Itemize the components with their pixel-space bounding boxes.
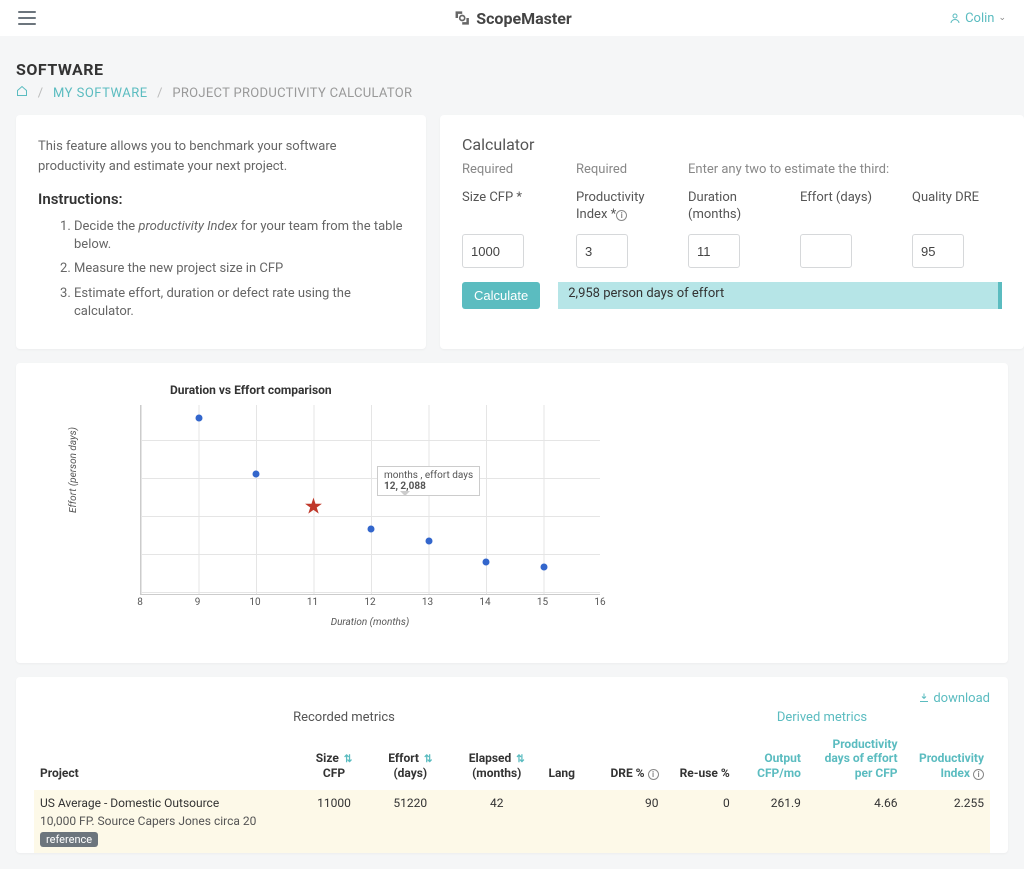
col-dre[interactable]: DRE % i [593,731,664,790]
home-icon [16,85,28,97]
data-point[interactable] [195,414,202,421]
cell-output: 261.9 [736,790,807,853]
info-icon[interactable]: i [616,210,627,221]
cell-dre: 90 [593,790,664,853]
col-lang[interactable]: Lang [543,731,594,790]
scatter-plot[interactable]: ★ months , effort days 12, 2,088 [140,405,600,595]
calculator-title: Calculator [462,135,1002,154]
chart-tooltip: months , effort days 12, 2,088 [377,466,480,496]
user-icon [949,12,961,24]
duration-label: Duration (months) [688,190,778,224]
chart-title: Duration vs Effort comparison [170,383,600,397]
instructions-heading: Instructions: [38,190,404,208]
required-label: Required [576,162,666,182]
calculator-card: Calculator Required Size CFP * Required … [440,115,1024,349]
user-name: Colin [965,11,994,26]
cell-pdays: 4.66 [807,790,904,853]
project-name: US Average - Domestic Outsource [40,796,292,810]
col-project[interactable]: Project [34,731,298,790]
size-label: Size CFP * [462,190,554,224]
col-output[interactable]: OutputCFP/mo [736,731,807,790]
col-size[interactable]: Size ⇅CFP [298,731,369,790]
chart-x-axis: 8910 111213 141516 [140,595,600,611]
instruction-step: Decide the productivity Index for your t… [74,218,404,254]
cell-pi: 2.255 [904,790,990,853]
cell-size: 11000 [298,790,369,853]
breadcrumb-current: PROJECT PRODUCTIVITY CALCULATOR [172,86,412,101]
menu-icon[interactable] [18,11,36,25]
data-point[interactable] [253,470,260,477]
page-header: SOFTWARE / MY SOFTWARE / PROJECT PRODUCT… [16,52,1008,115]
column-group-derived: Derived metrics [654,710,990,725]
table-row[interactable]: US Average - Domestic Outsource 10,000 F… [34,790,990,853]
data-point[interactable] [368,525,375,532]
chevron-down-icon: ⌄ [998,13,1006,23]
pi-label: Productivity Index *i [576,190,666,224]
cell-lang [543,790,594,853]
page-title: SOFTWARE [16,60,1008,79]
brand-logo[interactable]: ScopeMaster [452,8,572,28]
breadcrumb: / MY SOFTWARE / PROJECT PRODUCTIVITY CAL… [16,85,1008,101]
productivity-index-input[interactable] [576,234,628,268]
user-menu[interactable]: Colin ⌄ [949,11,1006,26]
chart-x-axis-label: Duration (months) [140,617,600,628]
instruction-step: Measure the new project size in CFP [74,260,404,278]
size-input[interactable] [462,234,524,268]
col-effort[interactable]: Effort ⇅(days) [370,731,451,790]
dre-input[interactable] [912,234,964,268]
calculate-button[interactable]: Calculate [462,282,540,309]
chart-y-axis-label: Effort (person days) [68,427,79,513]
data-point[interactable] [425,537,432,544]
metrics-table-card: download Recorded metrics Derived metric… [16,677,1008,853]
download-icon [918,692,930,704]
cell-elapsed: 42 [451,790,543,853]
metrics-table: Project Size ⇅CFP Effort ⇅(days) Elapsed… [34,731,990,853]
data-point[interactable] [483,558,490,565]
intro-blurb: This feature allows you to benchmark you… [38,137,404,176]
effort-label: Effort (days) [800,190,890,224]
calculation-result: 2,958 person days of effort [558,282,1002,309]
col-pdays[interactable]: Productivitydays of effortper CFP [807,731,904,790]
col-pi[interactable]: ProductivityIndex i [904,731,990,790]
cell-reuse: 0 [665,790,736,853]
download-link[interactable]: download [34,691,990,706]
column-group-recorded: Recorded metrics [34,710,654,725]
chart-card: Effort (person days) Duration vs Effort … [16,363,1008,663]
instruction-step: Estimate effort, duration or defect rate… [74,285,404,321]
breadcrumb-level1[interactable]: MY SOFTWARE [53,86,148,101]
scope-icon [452,8,472,28]
duration-input[interactable] [688,234,740,268]
highlight-star-icon[interactable]: ★ [304,494,324,519]
breadcrumb-home[interactable] [16,86,32,101]
col-elapsed[interactable]: Elapsed ⇅(months) [451,731,543,790]
info-icon: i [648,769,659,780]
col-reuse[interactable]: Re-use % [665,731,736,790]
cell-effort: 51220 [370,790,451,853]
data-point[interactable] [540,563,547,570]
top-bar: ScopeMaster Colin ⌄ [0,0,1024,36]
required-label: Required [462,162,554,182]
effort-input[interactable] [800,234,852,268]
dre-label: Quality DRE [912,190,1002,224]
hint-label: Enter any two to estimate the third: [688,162,778,182]
info-icon: i [973,769,984,780]
reference-badge: reference [40,832,98,847]
project-source: 10,000 FP. Source Capers Jones circa 20 [40,814,292,828]
intro-card: This feature allows you to benchmark you… [16,115,426,349]
